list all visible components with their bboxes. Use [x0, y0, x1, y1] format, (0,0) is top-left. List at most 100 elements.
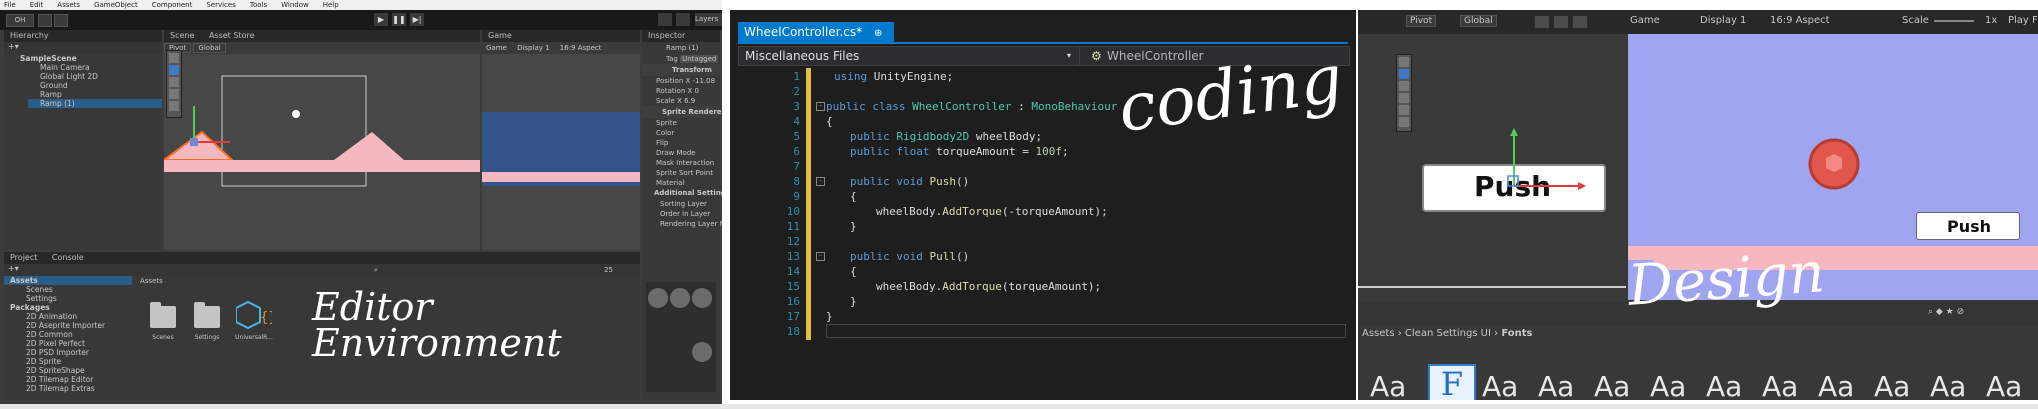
breadcrumb-item[interactable]: Clean Settings UI — [1405, 328, 1491, 339]
menu-tools[interactable]: Tools — [250, 0, 267, 10]
menu-assets[interactable]: Assets — [57, 0, 80, 10]
render-pipeline-icon[interactable]: {} — [236, 300, 272, 330]
tree-item[interactable]: 2D SpriteShape — [4, 366, 132, 375]
font-asset[interactable]: Aa — [1594, 370, 1630, 400]
menu-component[interactable]: Component — [152, 0, 193, 10]
tree-item[interactable]: 2D Tilemap Editor — [4, 375, 132, 384]
rotation-x-field[interactable]: X 0 — [688, 87, 699, 95]
code-area[interactable]: 1 2 3 4 5 6 7 8 9 10 11 12 13 14 15 16 1… — [738, 40, 1348, 394]
inspector-row[interactable]: Draw Mode — [642, 148, 720, 158]
tab-inspector[interactable]: Inspector — [642, 31, 691, 40]
menu-window[interactable]: Window — [281, 0, 309, 10]
step-button[interactable]: ▶| — [410, 13, 424, 26]
breadcrumb-item[interactable]: Assets — [1362, 328, 1395, 339]
cloud-icon[interactable] — [38, 14, 52, 27]
pin-icon[interactable]: ⊕ — [866, 28, 882, 39]
pause-button[interactable]: ❚❚ — [392, 13, 406, 26]
rotate-tool-icon[interactable] — [169, 77, 179, 87]
account-dropdown[interactable]: OH — [6, 14, 34, 27]
hierarchy-item-ramp-1[interactable]: Ramp (1) — [28, 99, 162, 108]
hand-tool-icon[interactable] — [169, 53, 179, 63]
tree-item[interactable]: 2D PSD Importer — [4, 348, 132, 357]
font-asset[interactable]: Aa — [1762, 370, 1798, 400]
collab-icon[interactable] — [54, 14, 68, 27]
move-gizmo[interactable] — [1358, 34, 1626, 300]
scale-tool-icon[interactable] — [169, 89, 179, 99]
inspector-row[interactable]: Flip — [642, 138, 720, 148]
global-dropdown[interactable]: Global — [193, 43, 226, 53]
font-asset[interactable]: Aa — [1706, 370, 1742, 400]
hierarchy-item-ground[interactable]: Ground — [28, 81, 162, 90]
collapse-icon[interactable]: - — [816, 252, 825, 261]
design-scene-view[interactable]: Push — [1358, 34, 1626, 300]
font-asset[interactable]: Aa — [1930, 370, 1966, 400]
breadcrumb-item[interactable]: Fonts — [1501, 328, 1532, 339]
layers-dropdown[interactable]: Layers — [695, 13, 722, 26]
inspector-row[interactable]: Sprite — [642, 118, 720, 128]
game-dropdown[interactable]: Game — [482, 44, 511, 52]
tree-item[interactable]: Scenes — [4, 285, 132, 294]
scale-x-field[interactable]: X 6.9 — [677, 97, 695, 105]
font-asset[interactable]: Aa — [1650, 370, 1686, 400]
font-asset[interactable]: Aa — [1874, 370, 1910, 400]
move-tool-icon[interactable] — [169, 65, 179, 75]
scene-view[interactable]: Scene Asset Store Pivot Global — [164, 30, 480, 250]
play-focused-dropdown[interactable]: Play Fo — [2008, 15, 2038, 26]
tab-hierarchy[interactable]: Hierarchy — [4, 31, 55, 40]
collapse-icon[interactable]: - — [816, 177, 825, 186]
tag-dropdown[interactable]: Untagged — [680, 55, 719, 63]
inspector-row[interactable]: Rendering Layer M — [642, 219, 722, 229]
collapse-icon[interactable]: - — [816, 102, 825, 111]
additional-settings-header[interactable]: Additional Settings — [642, 188, 722, 199]
scene-canvas[interactable] — [164, 54, 480, 250]
tree-item[interactable]: 2D Common — [4, 330, 132, 339]
pivot-dropdown[interactable]: Pivot — [1406, 15, 1437, 27]
folder-icon[interactable] — [194, 302, 220, 328]
add-icon[interactable]: +▾ — [4, 42, 19, 51]
inspector-row[interactable]: Sprite Sort Point — [642, 168, 720, 178]
tree-item[interactable]: 2D Sprite — [4, 357, 132, 366]
hierarchy-item-main-camera[interactable]: Main Camera — [28, 63, 162, 72]
play-button[interactable]: ▶ — [374, 13, 388, 26]
tree-item[interactable]: Settings — [4, 294, 132, 303]
scope-dropdown-left[interactable]: Miscellaneous Files — [739, 49, 859, 63]
tab-scene[interactable]: Scene — [164, 31, 200, 40]
position-x-field[interactable]: X -11.08 — [686, 77, 716, 85]
inspector-object-name[interactable]: Ramp (1) — [642, 42, 720, 54]
inspector-row[interactable]: Material — [642, 178, 720, 188]
font-asset[interactable]: Aa — [1482, 370, 1518, 400]
tree-item[interactable]: 2D Pixel Perfect — [4, 339, 132, 348]
inspector-row[interactable]: Sorting Layer — [642, 199, 720, 209]
snap-icon[interactable] — [1534, 15, 1591, 29]
search-icon[interactable]: ⌕ — [374, 266, 378, 275]
tab-asset-store[interactable]: Asset Store — [203, 31, 261, 40]
hierarchy-search[interactable]: +▾ — [4, 42, 162, 54]
menu-help[interactable]: Help — [323, 0, 339, 10]
rect-tool-icon[interactable] — [169, 101, 179, 111]
menu-services[interactable]: Services — [206, 0, 236, 10]
sprite-renderer-header[interactable]: Sprite Renderer — [642, 106, 722, 118]
hierarchy-item-ramp[interactable]: Ramp — [28, 90, 162, 99]
hierarchy-item-scene[interactable]: SampleScene — [20, 54, 162, 63]
game-canvas[interactable] — [482, 54, 640, 250]
tree-item[interactable]: 2D Tilemap Extras — [4, 384, 132, 393]
game-dropdown[interactable]: Game — [1630, 15, 1686, 26]
aspect-dropdown[interactable]: 16:9 Aspect — [556, 44, 606, 52]
tab-console[interactable]: Console — [46, 253, 90, 262]
tree-item[interactable]: 2D Animation — [4, 312, 132, 321]
inspector-row[interactable]: Mask Interaction — [642, 158, 720, 168]
hierarchy-item-light[interactable]: Global Light 2D — [28, 72, 162, 81]
tab-project[interactable]: Project — [4, 253, 43, 262]
aspect-dropdown[interactable]: 16:9 Aspect — [1770, 15, 1830, 26]
font-asset-selected[interactable]: F — [1428, 364, 1476, 400]
menu-file[interactable]: File — [4, 0, 16, 10]
history-icon[interactable] — [658, 13, 672, 26]
font-asset[interactable]: Aa — [1986, 370, 2022, 400]
menu-edit[interactable]: Edit — [30, 0, 44, 10]
tab-game[interactable]: Game — [482, 31, 518, 40]
transform-header[interactable]: Transform — [642, 64, 720, 76]
folder-icon[interactable] — [150, 302, 176, 328]
tree-item[interactable]: 2D Aseprite Importer — [4, 321, 132, 330]
menu-gameobject[interactable]: GameObject — [94, 0, 138, 10]
game-push-button[interactable]: Push — [1916, 212, 2020, 240]
